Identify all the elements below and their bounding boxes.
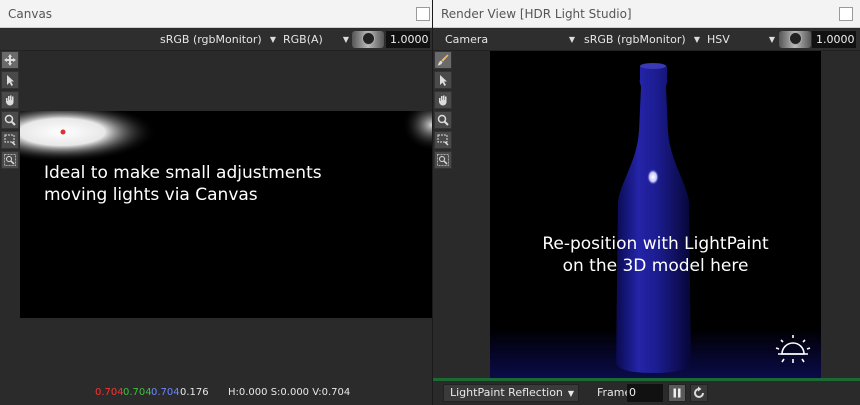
lightpaint-tool-button[interactable]	[434, 51, 452, 69]
render-viewport[interactable]: Re-position with LightPaint on the 3D mo…	[490, 51, 821, 378]
canvas-light-spot-wrap[interactable]	[402, 111, 432, 151]
canvas-statusbar: 0.704 0.704 0.704 0.176 H:0.000 S:0.000 …	[0, 380, 432, 405]
refresh-icon	[694, 386, 704, 398]
render-colorspace-value: sRGB (rgbMonitor)	[584, 33, 686, 46]
render-view-panel: Render View [HDR Light Studio] Camera ▼ …	[433, 0, 860, 405]
render-window-button[interactable]	[839, 7, 853, 21]
hand-icon	[439, 95, 447, 106]
canvas-overlay-line-2: moving lights via Canvas	[44, 185, 258, 205]
render-titlebar: Render View [HDR Light Studio]	[433, 0, 860, 28]
status-red-value: 0.704	[95, 387, 124, 398]
region-icon	[437, 134, 449, 146]
canvas-titlebar: Canvas	[0, 0, 432, 28]
render-toolbar: Camera ▼ sRGB (rgbMonitor) ▼ HSV ▼ 1.000…	[433, 29, 860, 51]
render-overlay-line-2: on the 3D model here	[562, 256, 749, 276]
zoom-region-icon	[437, 154, 449, 166]
canvas-exposure-field[interactable]: 1.0000	[386, 31, 430, 48]
status-hsv-value: H:0.000 S:0.000 V:0.704	[228, 387, 351, 398]
region-tool-button[interactable]	[434, 131, 452, 149]
bottle-render	[490, 63, 821, 378]
canvas-exposure-wheel[interactable]	[352, 31, 384, 48]
render-exposure-field[interactable]: 1.0000	[812, 31, 856, 48]
canvas-toolbar: sRGB (rgbMonitor) ▼ RGB(A) ▼ 1.0000	[0, 29, 432, 51]
canvas-colorspace-dropdown[interactable]: sRGB (rgbMonitor) ▼	[156, 31, 278, 48]
canvas-light-spot[interactable]	[20, 111, 157, 162]
chevron-down-icon: ▼	[568, 35, 575, 44]
render-channel-dropdown[interactable]: HSV ▼	[703, 31, 777, 48]
region-icon	[4, 134, 16, 146]
chevron-down-icon: ▼	[342, 35, 349, 44]
zoom-icon	[4, 114, 16, 126]
status-blue-value: 0.704	[151, 387, 180, 398]
render-overlay-text: Re-position with LightPaint on the 3D mo…	[490, 233, 821, 277]
lightpaint-mode-dropdown[interactable]: LightPaint Reflection ▼	[443, 384, 579, 402]
refresh-button[interactable]	[690, 384, 708, 402]
pause-icon	[673, 388, 681, 398]
light-handle-icon[interactable]	[60, 129, 66, 135]
status-green-value: 0.704	[123, 387, 152, 398]
wheel-knob-icon	[789, 32, 802, 45]
pointer-icon	[440, 75, 447, 86]
frame-field[interactable]: 0	[627, 384, 663, 402]
chevron-down-icon: ▼	[768, 35, 775, 44]
hand-tool-button[interactable]	[1, 91, 19, 109]
canvas-light-map	[20, 111, 432, 162]
canvas-colorspace-value: sRGB (rgbMonitor)	[160, 33, 262, 46]
zoom-region-tool-button[interactable]	[434, 151, 452, 169]
status-alpha-value: 0.176	[180, 387, 209, 398]
canvas-window-button[interactable]	[416, 7, 430, 21]
canvas-channel-value: RGB(A)	[283, 33, 323, 46]
pause-button[interactable]	[668, 384, 686, 402]
lightpaint-mode-value: LightPaint Reflection	[450, 386, 563, 399]
hand-icon	[6, 95, 14, 106]
camera-dropdown[interactable]: Camera ▼	[441, 31, 577, 48]
render-channel-value: HSV	[707, 33, 730, 46]
zoom-icon	[437, 114, 449, 126]
zoom-tool-button[interactable]	[434, 111, 452, 129]
canvas-viewport[interactable]: Ideal to make small adjustments moving l…	[20, 111, 432, 318]
bottle-highlight[interactable]	[647, 169, 659, 185]
canvas-panel: Canvas sRGB (rgbMonitor) ▼ RGB(A) ▼ 1.00…	[0, 0, 432, 405]
render-colorspace-dropdown[interactable]: sRGB (rgbMonitor) ▼	[580, 31, 702, 48]
chevron-down-icon: ▼	[567, 389, 574, 398]
render-exposure-wheel[interactable]	[779, 31, 811, 48]
camera-value: Camera	[445, 33, 489, 46]
zoom-region-icon	[4, 154, 16, 166]
chevron-down-icon: ▼	[693, 35, 700, 44]
canvas-title: Canvas	[8, 7, 53, 21]
hand-tool-button[interactable]	[434, 91, 452, 109]
pointer-tool-button[interactable]	[434, 71, 452, 89]
move-tool-button[interactable]	[1, 51, 19, 69]
zoom-region-tool-button[interactable]	[1, 151, 19, 169]
wheel-knob-icon	[362, 32, 375, 45]
zoom-tool-button[interactable]	[1, 111, 19, 129]
canvas-overlay-line-1: Ideal to make small adjustments	[44, 163, 322, 183]
region-tool-button[interactable]	[1, 131, 19, 149]
render-title: Render View [HDR Light Studio]	[441, 7, 632, 21]
move-icon	[4, 54, 16, 66]
paint-brush-icon	[437, 54, 449, 66]
render-overlay-line-1: Re-position with LightPaint	[542, 234, 769, 254]
chevron-down-icon: ▼	[269, 35, 276, 44]
canvas-channel-dropdown[interactable]: RGB(A) ▼	[279, 31, 351, 48]
pointer-tool-button[interactable]	[1, 71, 19, 89]
pointer-icon	[7, 75, 14, 86]
render-progress-bar	[433, 378, 860, 381]
canvas-overlay-text: Ideal to make small adjustments moving l…	[44, 162, 322, 206]
bottle-shape[interactable]	[616, 64, 691, 373]
